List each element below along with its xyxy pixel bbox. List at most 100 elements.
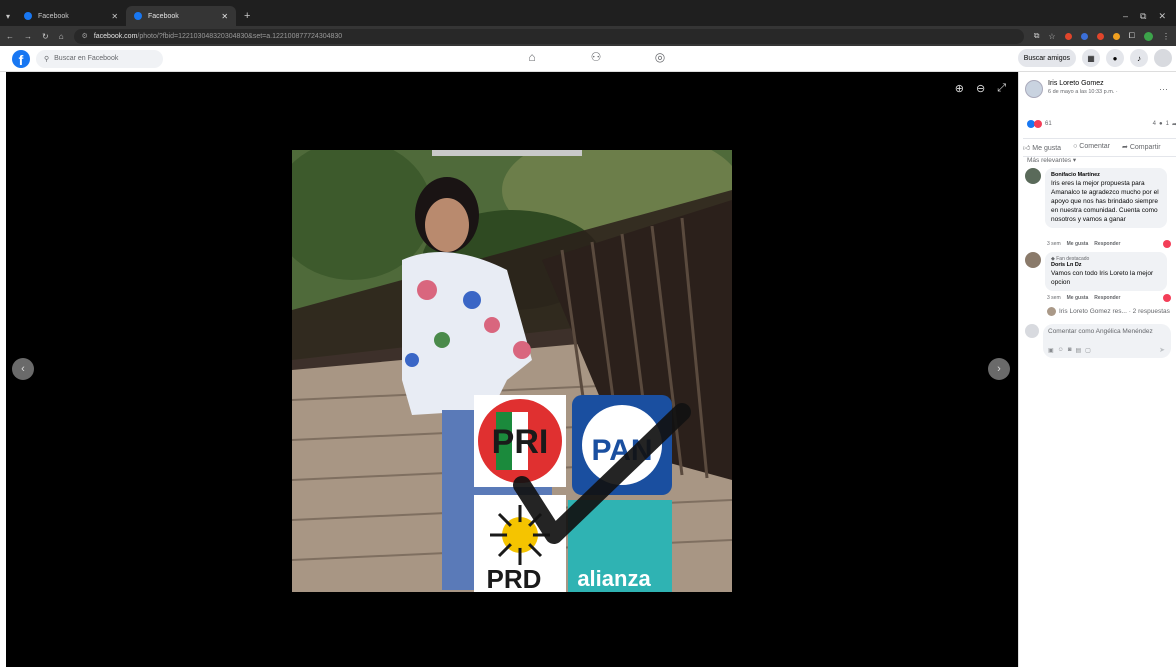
share-label: Compartir	[1129, 144, 1161, 151]
marketplace-nav-icon[interactable]: ◎	[653, 50, 667, 64]
comment-sort-dropdown[interactable]: Más relevantes ▾	[1027, 156, 1076, 164]
commenter-avatar[interactable]	[1025, 252, 1041, 268]
close-window-icon[interactable]: ✕	[1158, 11, 1166, 22]
extension-icon[interactable]	[1096, 32, 1104, 40]
extension-icon[interactable]	[1112, 32, 1120, 40]
comment-label: Comentar	[1079, 143, 1110, 150]
tab-title: Facebook	[148, 12, 179, 20]
thumbs-up-icon: 👍︎	[1023, 145, 1031, 152]
comment-icon: ●	[1159, 121, 1163, 127]
friends-nav-icon[interactable]: ⚇	[589, 50, 603, 64]
like-button[interactable]: 👍︎ Me gusta	[1023, 143, 1061, 152]
messenger-icon[interactable]: ●	[1106, 49, 1124, 67]
gif-icon[interactable]: ▤	[1075, 347, 1081, 354]
reload-icon[interactable]: ↻	[42, 32, 49, 41]
reactions-count[interactable]: 61	[1045, 121, 1052, 127]
url-host: facebook.com	[93, 32, 138, 40]
main-nav: ⌂ ⚇ ◎	[525, 50, 667, 64]
comment-time[interactable]: 3 sem	[1047, 295, 1061, 301]
prd-logo-text: PRD	[487, 564, 542, 592]
comment-button[interactable]: ○ Comentar	[1073, 143, 1110, 152]
cast-icon[interactable]: ⧉	[1034, 31, 1040, 41]
pri-logo-text: PRI	[492, 423, 549, 461]
bookmark-star-icon[interactable]: ☆	[1048, 32, 1055, 41]
close-tab-icon[interactable]: ✕	[111, 12, 118, 21]
photo-viewer: ⊕ ⊖ ⤢ ‹ › PRI PAN PRD alianza	[6, 72, 1018, 667]
comment-like-button[interactable]: Me gusta	[1067, 295, 1089, 301]
alianza-logo-text: alianza	[577, 566, 651, 591]
new-tab-button[interactable]: +	[236, 6, 258, 26]
send-icon[interactable]: ➤	[1159, 346, 1165, 354]
zoom-in-icon[interactable]: ⊕	[955, 82, 964, 95]
author-avatar[interactable]	[1025, 80, 1043, 98]
post-date[interactable]: 6 de mayo a las 10:33 p.m. ·	[1048, 89, 1118, 95]
shares-count[interactable]: 1	[1166, 121, 1169, 127]
forward-icon[interactable]: →	[24, 32, 32, 41]
comment-reply-button[interactable]: Responder	[1094, 295, 1120, 301]
extensions-puzzle-icon[interactable]: ⧠	[1129, 31, 1135, 41]
fullscreen-icon[interactable]: ⤢	[997, 82, 1006, 95]
minimize-icon[interactable]: –	[1123, 11, 1128, 21]
comment-text: Vamos con todo Iris Loreto la mejor opci…	[1051, 270, 1154, 286]
profile-avatar[interactable]	[1154, 49, 1172, 67]
comments-count[interactable]: 4	[1153, 121, 1156, 127]
zoom-out-icon[interactable]: ⊖	[976, 82, 985, 95]
profile-avatar-icon[interactable]	[1144, 31, 1153, 41]
window-controls: – ⧉ ✕	[1123, 6, 1176, 26]
extension-icon[interactable]	[1080, 32, 1088, 40]
share-icon: ➦	[1171, 121, 1176, 128]
post-actions: 👍︎ Me gusta ○ Comentar ➦ Compartir	[1023, 138, 1176, 157]
close-tab-icon[interactable]: ✕	[221, 12, 228, 21]
back-icon[interactable]: ←	[6, 32, 14, 41]
love-reaction-icon[interactable]	[1163, 294, 1171, 302]
reply-author-avatar	[1047, 307, 1056, 316]
comment-bubble: ◆ Fan destacado Doris Ln Dz Vamos con to…	[1045, 252, 1167, 291]
comment-item: Bonifacio Martínez Iris eres la mejor pr…	[1025, 168, 1176, 228]
comment-input[interactable]: Comentar como Angélica Menéndez ▣ ☺ ◙ ▤ …	[1043, 324, 1171, 358]
browser-tab-2[interactable]: Facebook ✕	[126, 6, 237, 26]
view-replies-link[interactable]: Iris Loreto Gomez res... · 2 respuestas	[1047, 307, 1170, 316]
previous-photo-button[interactable]: ‹	[12, 358, 34, 380]
comment-time[interactable]: 3 sem	[1047, 241, 1061, 247]
facebook-header: f ⚲ Buscar en Facebook ⌂ ⚇ ◎ Buscar amig…	[0, 46, 1176, 72]
share-button[interactable]: ➦ Compartir	[1122, 143, 1161, 152]
replies-label: Iris Loreto Gomez res... · 2 respuestas	[1059, 308, 1170, 315]
browser-tab-1[interactable]: Facebook ✕	[16, 6, 126, 26]
browser-menu-icon[interactable]: ⋮	[1162, 32, 1170, 41]
sticker-icon[interactable]: ▣	[1048, 347, 1054, 354]
notifications-bell-icon[interactable]: ♪	[1130, 49, 1148, 67]
search-icon: ⚲	[44, 55, 50, 63]
home-nav-icon[interactable]: ⌂	[525, 50, 539, 64]
tab-search-icon[interactable]: ▾	[0, 6, 16, 26]
share-arrow-icon: ➦	[1122, 144, 1128, 151]
emoji-icon[interactable]: ☺	[1058, 347, 1064, 354]
comment-like-button[interactable]: Me gusta	[1067, 241, 1089, 247]
commenter-name[interactable]: Bonifacio Martínez	[1051, 172, 1161, 178]
facebook-logo-icon[interactable]: f	[12, 49, 30, 68]
avatar-sticker-icon[interactable]: ▢	[1085, 347, 1091, 354]
more-options-icon[interactable]: ···	[1159, 84, 1168, 94]
browser-tab-bar: ▾ Facebook ✕ Facebook ✕ + – ⧉ ✕	[0, 6, 1176, 26]
commenter-name[interactable]: Doris Ln Dz	[1051, 262, 1161, 268]
site-info-icon[interactable]: ⚙	[82, 32, 88, 40]
love-reaction-icon[interactable]	[1163, 240, 1171, 248]
post-photo[interactable]: PRI PAN PRD alianza	[292, 150, 732, 592]
commenter-avatar[interactable]	[1025, 168, 1041, 184]
facebook-favicon-icon	[134, 12, 143, 20]
facebook-favicon-icon	[24, 12, 33, 20]
comment-reply-button[interactable]: Responder	[1094, 241, 1120, 247]
restore-icon[interactable]: ⧉	[1140, 11, 1146, 22]
like-label: Me gusta	[1032, 145, 1062, 152]
header-right-actions: Buscar amigos ▦ ● ♪	[1017, 49, 1172, 67]
extension-icon[interactable]	[1064, 32, 1072, 40]
find-friends-button[interactable]: Buscar amigos	[1017, 49, 1076, 67]
next-photo-button[interactable]: ›	[988, 358, 1010, 380]
url-field[interactable]: ⚙ facebook.com/photo/?fbid=1221030483203…	[73, 28, 1024, 44]
photo-illustration: PRI PAN PRD alianza	[292, 150, 732, 592]
extensions-area: ⧉ ☆ ⧠ ⋮	[1034, 31, 1170, 41]
camera-icon[interactable]: ◙	[1068, 347, 1072, 354]
menu-grid-icon[interactable]: ▦	[1082, 49, 1100, 67]
search-input[interactable]: ⚲ Buscar en Facebook	[36, 49, 163, 68]
author-name[interactable]: Iris Loreto Gomez	[1048, 80, 1118, 87]
home-icon[interactable]: ⌂	[59, 32, 64, 41]
